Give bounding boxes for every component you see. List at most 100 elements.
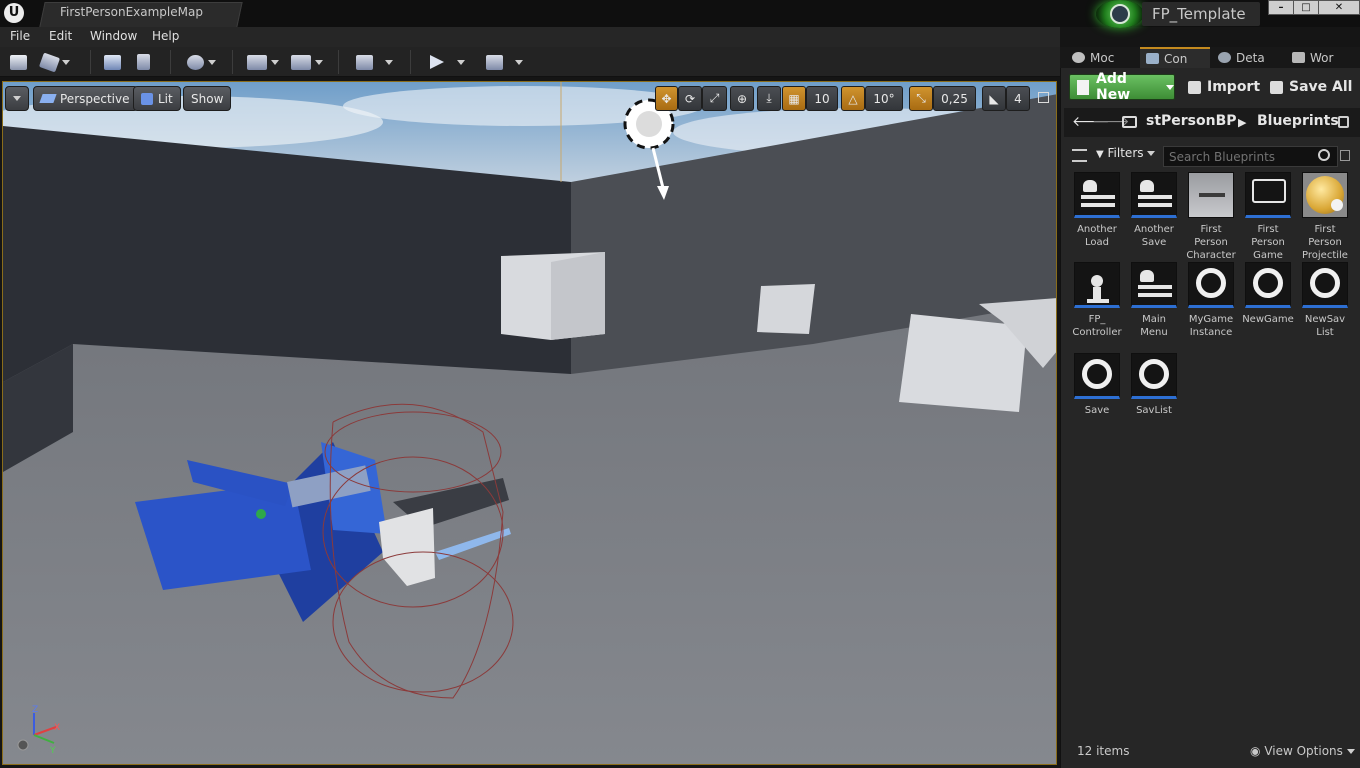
launch-icon [485,54,503,70]
view-options-button[interactable]: ◉ View Options [1250,744,1355,758]
projectile-sphere-thumbnail [1302,172,1348,218]
lock-icon[interactable] [1338,116,1349,128]
import-label: Import [1207,79,1261,95]
camera-speed-icon[interactable]: ◣ [982,86,1006,111]
ring-object-icon [1074,353,1120,399]
asset-label: NewGame [1242,314,1294,325]
rotation-snap-value[interactable]: 10° [865,86,903,111]
asset-mygame-instance[interactable]: MyGame Instance [1184,262,1238,339]
asset-label: NewSav List [1304,314,1346,338]
source-control-icon [38,52,60,72]
import-icon [1188,80,1201,94]
scale-snap-value[interactable]: 0,25 [933,86,976,111]
widget-blueprint-icon [1131,172,1177,218]
toolbar-divider [410,50,411,74]
asset-label: Main Menu [1140,314,1168,338]
asset-label: Another Load [1077,224,1117,248]
settings-button[interactable] [184,51,218,73]
close-button[interactable]: ✕ [1318,0,1360,15]
breadcrumb-separator-icon[interactable]: ▶ [1238,116,1246,129]
menu-edit[interactable]: Edit [49,29,72,43]
tab-content-browser-label: Con [1164,51,1188,66]
perspective-label: Perspective [60,91,130,106]
surface-snap-icon[interactable]: ⤓ [757,86,781,111]
tab-world-outliner[interactable]: Wor [1286,47,1360,68]
asset-first-person-character[interactable]: First Person Character [1184,172,1238,262]
marketplace-icon[interactable] [133,51,153,73]
menu-file[interactable]: File [10,29,30,43]
chevron-down-icon [13,96,21,101]
chevron-down-icon [61,59,70,65]
tab-modes[interactable]: Moc [1066,47,1138,68]
asset-newsav-list[interactable]: NewSav List [1298,262,1352,339]
grid-snap-value[interactable]: 10 [806,86,838,111]
filter-icon: ▼ [1096,149,1104,160]
launch-button[interactable] [481,51,527,73]
level-viewport[interactable] [2,81,1057,765]
maximize-button[interactable]: □ [1293,0,1319,15]
blueprints-button[interactable] [246,51,280,73]
tab-content-browser[interactable]: Con [1140,47,1210,68]
svg-text:Z: Z [32,705,38,715]
lit-button[interactable]: Lit [133,86,181,111]
filters-button[interactable]: ▼ Filters [1096,146,1156,160]
tab-world-outliner-label: Wor [1310,50,1334,65]
asset-label: FP_ Controller [1072,314,1122,338]
scale-icon[interactable]: ⤢ [702,86,727,111]
new-asset-icon [1077,80,1089,95]
build-button[interactable] [350,51,398,73]
asset-label: First Person Projectile [1302,224,1348,261]
breadcrumb-blueprints[interactable]: Blueprints [1257,113,1339,129]
unreal-logo-icon[interactable]: U [4,3,24,23]
clapperboard-icon [291,54,311,70]
asset-newgame[interactable]: NewGame [1241,262,1295,326]
asset-save[interactable]: Save [1070,353,1124,417]
tab-details[interactable]: Deta [1212,47,1284,68]
eye-icon: ◉ [1250,744,1261,758]
chevron-down-icon [1166,84,1174,90]
save-icon[interactable] [8,51,28,73]
asset-first-person-game[interactable]: First Person Game [1241,172,1295,262]
scale-snap-icon[interactable]: ⤡ [909,86,933,111]
content-browser-icon[interactable] [102,51,122,73]
show-button[interactable]: Show [183,86,232,111]
asset-first-person-projectile[interactable]: First Person Projectile [1298,172,1352,262]
blueprint-icon [247,54,267,70]
grid-snap-icon[interactable]: ▦ [782,86,806,111]
asset-label: SavList [1136,405,1172,416]
translate-icon[interactable]: ✥ [655,86,678,111]
search-icon[interactable] [1318,149,1330,161]
world-space-icon[interactable]: ⊕ [730,86,754,111]
menu-help[interactable]: Help [152,29,179,43]
asset-another-save[interactable]: Another Save [1127,172,1181,249]
asset-another-load[interactable]: Another Load [1070,172,1124,249]
ring-object-icon [1131,353,1177,399]
save-all-button[interactable]: Save All [1270,74,1352,100]
save-search-icon[interactable] [1340,150,1350,161]
source-control-button[interactable] [38,51,72,73]
rotation-snap-icon[interactable]: △ [841,86,865,111]
breadcrumb-folder[interactable]: stPersonBP [1146,113,1237,129]
sources-panel-icon[interactable] [1072,149,1087,162]
search-input[interactable] [1163,146,1338,167]
maximize-viewport-icon[interactable] [1038,92,1049,103]
tab-modes-label: Moc [1090,50,1115,65]
asset-savlist[interactable]: SavList [1127,353,1181,417]
asset-label: MyGame Instance [1188,314,1234,338]
gear-icon [186,54,204,70]
rotate-icon[interactable]: ⟳ [678,86,702,111]
import-button[interactable]: Import [1188,74,1260,100]
viewport-options-button[interactable] [5,86,29,111]
asset-fp-controller[interactable]: FP_ Controller [1070,262,1124,339]
chevron-down-icon [315,59,323,65]
asset-label: Save [1084,405,1110,416]
minimize-button[interactable]: – [1268,0,1294,15]
perspective-button[interactable]: Perspective [33,86,138,111]
menu-window[interactable]: Window [90,29,137,43]
camera-speed-value[interactable]: 4 [1006,86,1030,111]
chevron-down-icon [1346,749,1355,754]
play-button[interactable] [424,51,470,73]
asset-main-menu[interactable]: Main Menu [1127,262,1181,339]
toolbar-divider [90,50,91,74]
cinematics-button[interactable] [290,51,324,73]
